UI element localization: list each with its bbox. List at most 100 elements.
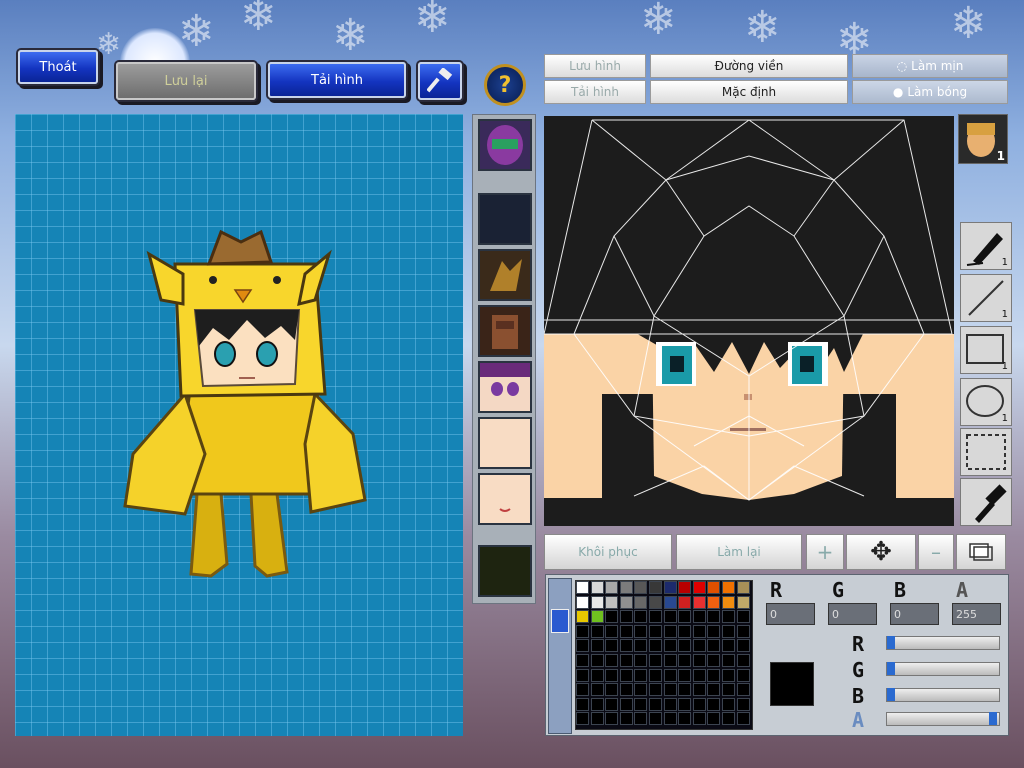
palette-swatch[interactable] — [678, 610, 692, 624]
palette-swatch[interactable] — [619, 683, 633, 697]
palette-swatch[interactable] — [663, 624, 677, 638]
palette-swatch[interactable] — [576, 581, 589, 594]
palette-swatch[interactable] — [649, 712, 662, 726]
palette-swatch[interactable] — [722, 581, 735, 594]
palette-swatch[interactable] — [576, 712, 589, 726]
rect-tool-button[interactable]: 1 — [960, 326, 1012, 374]
character-badge[interactable]: 1 — [958, 114, 1008, 164]
palette-swatch[interactable] — [722, 668, 735, 682]
load-image-button[interactable]: Tải hình — [544, 80, 646, 104]
palette-swatch[interactable] — [649, 668, 662, 682]
palette-swatch[interactable] — [590, 595, 604, 609]
palette-swatch[interactable] — [576, 610, 589, 624]
palette-swatch[interactable] — [649, 683, 662, 697]
palette-swatch[interactable] — [576, 683, 589, 697]
palette-swatch[interactable] — [619, 712, 633, 726]
palette-swatch[interactable] — [663, 697, 677, 711]
palette-swatch[interactable] — [707, 712, 721, 726]
outline-button[interactable]: Đường viền — [650, 54, 848, 78]
palette-swatch[interactable] — [590, 654, 604, 667]
redo-button[interactable]: Làm lại — [676, 534, 802, 570]
thumb-face-smile[interactable] — [478, 473, 532, 525]
palette-swatch[interactable] — [722, 697, 735, 711]
palette-swatch[interactable] — [576, 624, 589, 638]
palette-swatch[interactable] — [678, 683, 692, 697]
palette-swatch[interactable] — [634, 712, 648, 726]
palette-swatch[interactable] — [736, 654, 750, 667]
palette-swatch[interactable] — [576, 639, 589, 653]
palette-swatch[interactable] — [736, 712, 750, 726]
palette-swatch[interactable] — [605, 595, 619, 609]
palette-swatch[interactable] — [707, 610, 721, 624]
palette-swatch[interactable] — [722, 610, 735, 624]
help-button[interactable]: ? — [484, 64, 526, 106]
palette-swatch[interactable] — [649, 654, 662, 667]
thumb-dragon[interactable] — [478, 249, 532, 301]
color-palette[interactable] — [575, 580, 753, 730]
palette-swatch[interactable] — [649, 581, 662, 594]
thumb-dark-green[interactable] — [478, 545, 532, 597]
palette-scrollbar[interactable] — [548, 578, 572, 734]
g-slider[interactable] — [886, 662, 1000, 676]
r-value[interactable]: 0 — [766, 603, 815, 625]
restore-button[interactable]: Khôi phục — [544, 534, 672, 570]
palette-swatch[interactable] — [736, 581, 750, 594]
palette-swatch[interactable] — [634, 595, 648, 609]
palette-swatch[interactable] — [634, 668, 648, 682]
palette-swatch[interactable] — [692, 712, 706, 726]
save-image-button[interactable]: Lưu hình — [544, 54, 646, 78]
palette-swatch[interactable] — [619, 581, 633, 594]
palette-swatch[interactable] — [605, 610, 619, 624]
palette-swatch[interactable] — [619, 595, 633, 609]
palette-swatch[interactable] — [736, 639, 750, 653]
palette-swatch[interactable] — [736, 697, 750, 711]
palette-swatch[interactable] — [590, 610, 604, 624]
palette-swatch[interactable] — [634, 683, 648, 697]
palette-swatch[interactable] — [576, 697, 589, 711]
palette-swatch[interactable] — [722, 712, 735, 726]
palette-swatch[interactable] — [590, 712, 604, 726]
a-slider-knob[interactable] — [989, 712, 997, 725]
palette-swatch[interactable] — [722, 595, 735, 609]
palette-swatch[interactable] — [678, 581, 692, 594]
palette-swatch[interactable] — [590, 697, 604, 711]
palette-swatch[interactable] — [605, 581, 619, 594]
palette-swatch[interactable] — [692, 624, 706, 638]
a-slider[interactable] — [886, 712, 1000, 726]
palette-swatch[interactable] — [678, 697, 692, 711]
palette-swatch[interactable] — [678, 712, 692, 726]
select-tool-button[interactable] — [960, 428, 1012, 476]
palette-swatch[interactable] — [634, 654, 648, 667]
palette-swatch[interactable] — [692, 610, 706, 624]
palette-swatch[interactable] — [605, 712, 619, 726]
palette-swatch[interactable] — [619, 624, 633, 638]
palette-swatch[interactable] — [722, 654, 735, 667]
character-preview[interactable] — [15, 114, 463, 736]
palette-swatch[interactable] — [649, 610, 662, 624]
thumb-armor[interactable] — [478, 305, 532, 357]
palette-swatch[interactable] — [649, 639, 662, 653]
palette-swatch[interactable] — [692, 639, 706, 653]
add-button[interactable]: + — [806, 534, 844, 570]
b-slider[interactable] — [886, 688, 1000, 702]
g-value[interactable]: 0 — [828, 603, 877, 625]
palette-scroll-thumb[interactable] — [551, 609, 569, 633]
palette-swatch[interactable] — [590, 683, 604, 697]
b-value[interactable]: 0 — [890, 603, 939, 625]
palette-swatch[interactable] — [707, 683, 721, 697]
palette-swatch[interactable] — [634, 639, 648, 653]
palette-swatch[interactable] — [590, 668, 604, 682]
palette-swatch[interactable] — [619, 668, 633, 682]
palette-swatch[interactable] — [649, 595, 662, 609]
b-slider-knob[interactable] — [887, 688, 895, 701]
pen-tool-button[interactable]: 1 — [960, 222, 1012, 270]
r-slider-knob[interactable] — [887, 636, 895, 649]
shade-button[interactable]: ● Làm bóng — [852, 80, 1008, 104]
palette-swatch[interactable] — [678, 668, 692, 682]
palette-swatch[interactable] — [678, 639, 692, 653]
palette-swatch[interactable] — [619, 697, 633, 711]
palette-swatch[interactable] — [605, 697, 619, 711]
palette-swatch[interactable] — [678, 624, 692, 638]
palette-swatch[interactable] — [619, 610, 633, 624]
palette-swatch[interactable] — [692, 595, 706, 609]
